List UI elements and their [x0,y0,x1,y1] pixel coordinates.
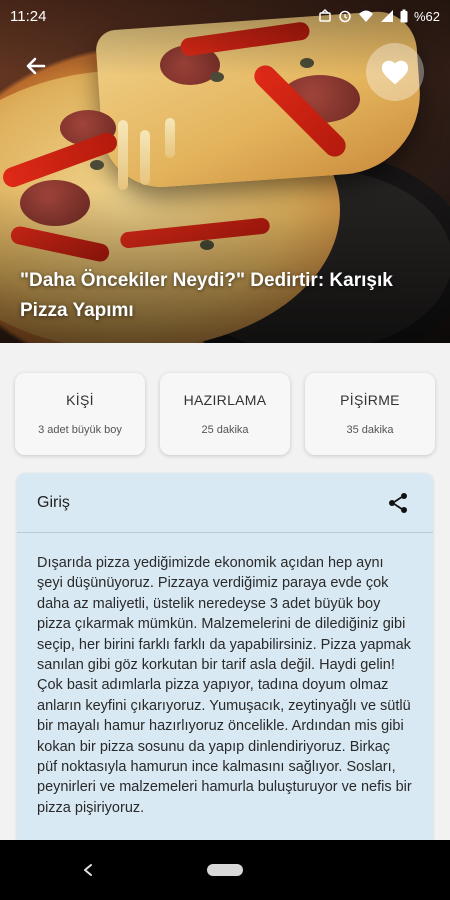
info-card-value: 3 adet büyük boy [38,424,122,436]
battery-percent: %62 [413,8,440,24]
status-time: 11:24 [10,7,47,25]
signal-icon [380,10,393,22]
system-nav-bar [0,840,450,900]
info-card-cook-time: PİŞİRME 35 dakika [305,373,435,455]
info-card-title: HAZIRLAMA [183,392,267,408]
alarm-icon [339,10,351,23]
intro-panel-header: Giriş [17,473,433,533]
share-button[interactable] [383,488,413,518]
home-pill-icon[interactable] [207,864,243,876]
favorite-button[interactable] [366,43,424,101]
info-card-prep-time: HAZIRLAMA 25 dakika [160,373,290,455]
nav-back-button[interactable] [76,858,100,882]
info-card-value: 25 dakika [201,424,249,436]
triangle-back-icon [84,864,92,876]
recipe-info-cards: KİŞİ 3 adet büyük boy HAZIRLAMA 25 dakik… [15,373,435,455]
screen: 11:24 %62 "Daha Öncekiler Neydi?" Dedirt… [0,0,450,900]
status-bar: 11:24 %62 [0,0,450,32]
status-icons: %62 [318,9,440,24]
recipe-title: "Daha Öncekiler Neydi?" Dedirtir: Karışı… [20,270,393,321]
back-button[interactable] [20,50,52,82]
info-card-servings: KİŞİ 3 adet büyük boy [15,373,145,455]
notification-icon [319,9,331,22]
info-card-value: 35 dakika [346,424,394,436]
wifi-icon [358,10,373,22]
heart-icon [381,60,409,85]
intro-panel: Giriş Dışarıda pizza yediğimizde ekonomi… [17,473,433,843]
info-card-title: KİŞİ [66,392,94,408]
share-icon [389,492,407,513]
arrow-left-icon [26,57,46,75]
intro-text: Dışarıda pizza yediğimizde ekonomik açıd… [37,555,412,816]
battery-icon [400,9,408,23]
info-card-title: PİŞİRME [340,392,400,408]
intro-title: Giriş [37,493,70,511]
